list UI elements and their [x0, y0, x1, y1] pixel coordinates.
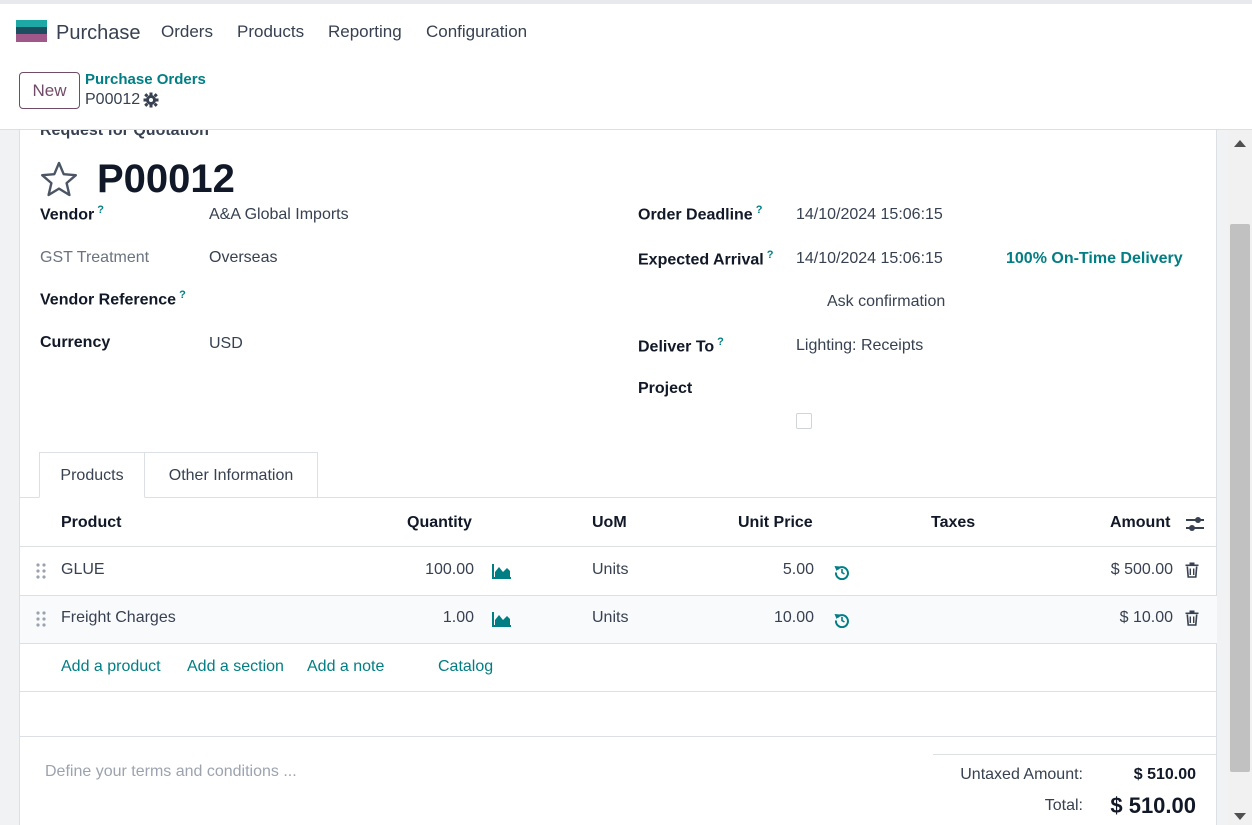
- forecast-chart-icon[interactable]: [492, 563, 512, 579]
- control-panel: New Purchase Orders P00012: [0, 62, 1252, 130]
- row-product[interactable]: GLUE: [61, 561, 105, 579]
- order-deadline-label: Order Deadline?: [638, 204, 763, 224]
- section-divider: [20, 736, 1217, 737]
- menu-reporting[interactable]: Reporting: [328, 22, 402, 42]
- vendor-reference-field[interactable]: [209, 289, 589, 309]
- column-quantity[interactable]: Quantity: [407, 514, 472, 532]
- row-amount: $ 500.00: [1110, 561, 1173, 578]
- terms-conditions-input[interactable]: Define your terms and conditions ...: [45, 763, 297, 781]
- currency-label: Currency: [40, 334, 111, 351]
- menu-orders[interactable]: Orders: [161, 22, 213, 42]
- column-unit-price[interactable]: Unit Price: [738, 514, 813, 532]
- form-view: Request for Quotation P00012 Vendor? A&A…: [0, 130, 1228, 825]
- row-quantity[interactable]: 1.00: [443, 609, 474, 627]
- totals-divider: [933, 754, 1217, 755]
- deliver-to-field[interactable]: Lighting: Receipts: [796, 337, 923, 355]
- new-button[interactable]: New: [19, 72, 80, 109]
- total-value: $ 510.00: [1110, 793, 1196, 818]
- untaxed-amount-label: Untaxed Amount:: [960, 766, 1083, 783]
- scroll-up-arrow-icon[interactable]: [1234, 140, 1246, 147]
- row-unit-price[interactable]: 5.00: [783, 561, 814, 579]
- total-label: Total:: [1044, 797, 1083, 814]
- on-time-delivery-link[interactable]: 100% On-Time Delivery: [1006, 250, 1183, 268]
- row-unit-price[interactable]: 10.00: [774, 609, 814, 627]
- expected-arrival-help-icon[interactable]: ?: [767, 249, 774, 261]
- breadcrumb-current-record: P00012: [85, 91, 141, 108]
- menu-configuration[interactable]: Configuration: [426, 22, 527, 42]
- project-field[interactable]: [796, 380, 1196, 400]
- ask-confirmation-checkbox[interactable]: [796, 413, 812, 429]
- row-uom[interactable]: Units: [592, 561, 628, 579]
- expected-arrival-label: Expected Arrival?: [638, 249, 774, 269]
- catalog-button[interactable]: Catalog: [438, 658, 493, 676]
- column-uom[interactable]: UoM: [592, 514, 627, 532]
- drag-handle-icon[interactable]: [36, 563, 46, 579]
- add-section-link[interactable]: Add a section: [187, 658, 284, 676]
- forecast-chart-icon[interactable]: [492, 611, 512, 627]
- scrollbar-thumb[interactable]: [1230, 224, 1250, 772]
- deliver-to-label: Deliver To?: [638, 336, 724, 356]
- delete-row-icon[interactable]: [1185, 562, 1199, 578]
- row-divider: [20, 643, 1217, 644]
- tab-products[interactable]: Products: [39, 452, 145, 498]
- delete-row-icon[interactable]: [1185, 610, 1199, 626]
- ask-confirmation-label[interactable]: Ask confirmation: [827, 293, 945, 311]
- order-deadline-field[interactable]: 14/10/2024 15:06:15: [796, 206, 943, 224]
- app-title[interactable]: Purchase: [56, 22, 141, 45]
- vertical-scrollbar[interactable]: [1228, 130, 1252, 825]
- reset-price-icon[interactable]: [834, 612, 850, 628]
- currency-field[interactable]: USD: [209, 335, 243, 353]
- menu-products[interactable]: Products: [237, 22, 304, 42]
- expected-arrival-field[interactable]: 14/10/2024 15:06:15: [796, 250, 943, 268]
- tab-other-information[interactable]: Other Information: [145, 452, 318, 498]
- vendor-reference-label: Vendor Reference?: [40, 289, 186, 309]
- order-reference: P00012: [97, 157, 235, 201]
- reset-price-icon[interactable]: [834, 564, 850, 580]
- optional-columns-icon[interactable]: [1185, 515, 1205, 533]
- row-amount: $ 10.00: [1119, 609, 1173, 626]
- add-note-link[interactable]: Add a note: [307, 658, 384, 676]
- column-product[interactable]: Product: [61, 514, 121, 532]
- form-sheet: Request for Quotation P00012 Vendor? A&A…: [19, 130, 1217, 825]
- main-navbar: Purchase Orders Products Reporting Confi…: [0, 4, 1252, 62]
- tabs-divider: [20, 497, 1217, 498]
- scroll-down-arrow-icon[interactable]: [1234, 813, 1246, 820]
- vendor-help-icon[interactable]: ?: [97, 204, 104, 216]
- table-bottom-divider: [20, 691, 1217, 692]
- star-icon[interactable]: [39, 160, 79, 198]
- gst-treatment-field[interactable]: Overseas: [209, 249, 277, 267]
- vendor-label: Vendor?: [40, 204, 104, 224]
- order-deadline-help-icon[interactable]: ?: [756, 204, 763, 216]
- drag-handle-icon[interactable]: [36, 611, 46, 627]
- table-row[interactable]: Freight Charges 1.00 Units 10.00 $ 10.00: [20, 596, 1217, 644]
- column-amount[interactable]: Amount: [1110, 514, 1170, 532]
- deliver-to-help-icon[interactable]: ?: [717, 336, 724, 348]
- table-row[interactable]: GLUE 100.00 Units 5.00 $ 500.00: [20, 547, 1217, 595]
- row-product[interactable]: Freight Charges: [61, 609, 176, 627]
- gear-icon[interactable]: [143, 92, 159, 108]
- row-quantity[interactable]: 100.00: [425, 561, 474, 579]
- vendor-field[interactable]: A&A Global Imports: [209, 206, 349, 224]
- status-title: Request for Quotation: [40, 130, 209, 139]
- purchase-app-icon[interactable]: [16, 20, 47, 42]
- row-uom[interactable]: Units: [592, 609, 628, 627]
- breadcrumb-purchase-orders[interactable]: Purchase Orders: [85, 71, 206, 88]
- untaxed-amount-value: $ 510.00: [1133, 766, 1196, 783]
- vendor-reference-help-icon[interactable]: ?: [179, 289, 186, 301]
- gst-treatment-label: GST Treatment: [40, 249, 150, 266]
- add-product-link[interactable]: Add a product: [61, 658, 161, 676]
- project-label: Project: [638, 380, 693, 397]
- column-taxes[interactable]: Taxes: [931, 514, 975, 532]
